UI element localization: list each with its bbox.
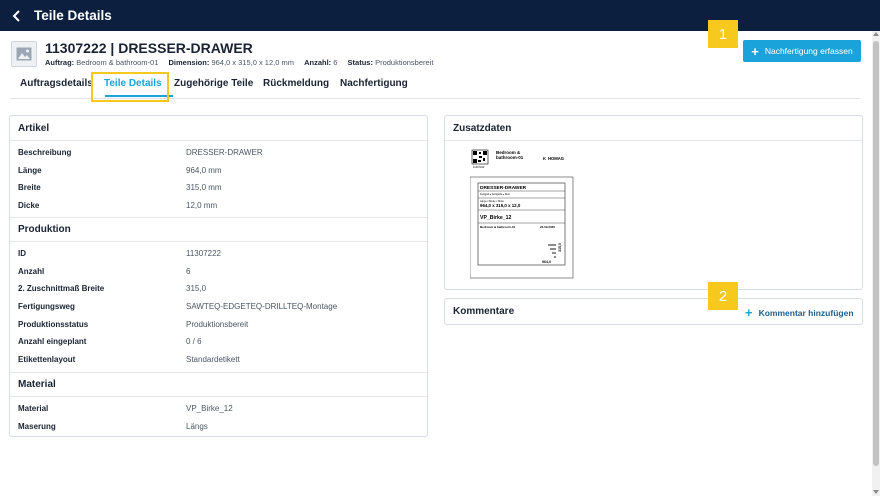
table-row: Anzahl 6: [18, 267, 191, 276]
table-row: Material VP_Birke_12: [18, 404, 233, 413]
svg-text:11307222: 11307222: [473, 165, 485, 169]
svg-text:bathroom-01: bathroom-01: [496, 155, 524, 160]
svg-text:HOMAG: HOMAG: [548, 156, 564, 161]
scroll-up-icon[interactable]: [873, 32, 879, 36]
label-preview-image: 11307222 Bedroom & bathroom-01 K HOMAG D…: [470, 149, 574, 279]
svg-text:315,0: 315,0: [558, 243, 562, 252]
part-meta: Auftrag: Bedroom & bathroom-01 Dimension…: [45, 58, 434, 67]
image-placeholder-icon: [11, 41, 37, 67]
tab-rueckmeldung[interactable]: Rückmeldung: [263, 78, 329, 89]
svg-text:Bedroom & bathroom-01: Bedroom & bathroom-01: [480, 225, 516, 229]
zusatzdaten-card: Zusatzdaten 11307222 Bedroom & bathroom-…: [444, 115, 863, 290]
tab-nachfertigung[interactable]: Nachfertigung: [340, 78, 408, 89]
add-comment-button[interactable]: + Kommentar hinzufügen: [745, 306, 854, 319]
table-row: Fertigungsweg SAWTEQ-EDGETEQ-DRILLTEQ-Mon…: [18, 302, 338, 311]
svg-text:23.09.2025: 23.09.2025: [540, 225, 555, 229]
svg-text:K: K: [543, 156, 546, 161]
svg-text:DRESSER-DRAWER: DRESSER-DRAWER: [480, 185, 527, 191]
svg-text:964,0 x 315,0 x 12,0: 964,0 x 315,0 x 12,0: [480, 203, 521, 208]
section-material-heading: Material: [10, 372, 427, 397]
add-comment-label: Kommentar hinzufügen: [758, 307, 854, 318]
table-row: Anzahl eingeplant 0 / 6: [18, 337, 202, 346]
scrollbar-thumb[interactable]: [873, 41, 879, 466]
table-row: Produktionsstatus Produktionsbereit: [18, 320, 249, 329]
annotation-badge-1: 1: [708, 20, 738, 48]
nachfertigung-erfassen-label: Nachfertigung erfassen: [764, 46, 853, 56]
table-row: Länge 964,0 mm: [18, 166, 222, 175]
table-row: Etikettenlayout Standardetikett: [18, 355, 240, 364]
plus-icon: +: [745, 305, 753, 320]
kommentare-card: Kommentare + Kommentar hinzufügen: [444, 298, 863, 325]
section-zusatzdaten-heading: Zusatzdaten: [445, 116, 862, 141]
scroll-down-icon[interactable]: [873, 490, 879, 494]
tab-auftragsdetails[interactable]: Auftragsdetails: [20, 78, 93, 89]
table-row: 2. Zuschnittmaß Breite 315,0: [18, 284, 207, 293]
back-arrow-icon[interactable]: [10, 9, 24, 23]
plus-icon: +: [751, 43, 759, 59]
tab-zugehoerige-teile[interactable]: Zugehörige Teile: [174, 78, 253, 89]
part-title: 11307222 | DRESSER-DRAWER: [45, 40, 253, 56]
table-row: Dicke 12,0 mm: [18, 201, 218, 210]
table-row: ID 11307222: [18, 249, 221, 258]
section-artikel-heading: Artikel: [10, 116, 427, 141]
table-row: Breite 315,0 mm: [18, 183, 222, 192]
qr-code-icon: [471, 149, 489, 165]
svg-text:964,0: 964,0: [542, 260, 551, 264]
kommentare-heading: Kommentare: [453, 306, 515, 317]
header-title: Teile Details: [34, 8, 112, 23]
vertical-scrollbar[interactable]: [872, 31, 880, 496]
app-header: Teile Details: [0, 0, 880, 31]
tab-highlight-box: [91, 72, 169, 102]
nachfertigung-erfassen-button[interactable]: + Nachfertigung erfassen: [743, 40, 861, 62]
annotation-badge-2: 2: [708, 282, 738, 310]
svg-text:Fertigteil ▸ Fertigteile ▸ Drw: Fertigteil ▸ Fertigteile ▸ Drwr: [480, 193, 510, 196]
part-details-card: Artikel Beschreibung DRESSER-DRAWER Länge…: [9, 115, 428, 437]
section-produktion-heading: Produktion: [10, 217, 427, 242]
table-row: Maserung Längs: [18, 422, 208, 431]
table-row: Beschreibung DRESSER-DRAWER: [18, 148, 263, 157]
svg-text:VP_Birke_12: VP_Birke_12: [480, 215, 512, 221]
